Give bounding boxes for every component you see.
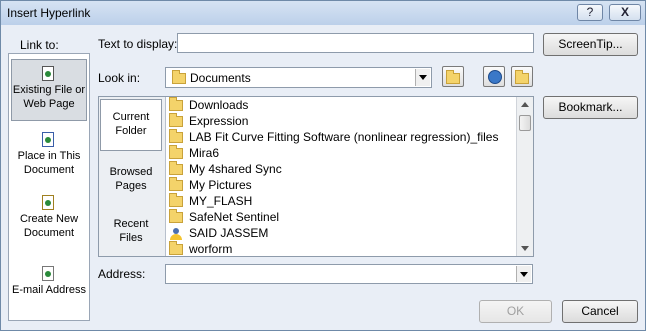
tab-label: Browsed (109, 166, 153, 178)
folder-icon (169, 177, 183, 192)
window-title: Insert Hyperlink (7, 6, 91, 20)
up-folder-button[interactable] (442, 66, 464, 87)
folder-icon (169, 209, 183, 224)
file-browser: Current Folder Browsed Pages Recent File… (98, 96, 534, 257)
list-item[interactable]: LAB Fit Curve Fitting Software (nonlinea… (167, 129, 515, 145)
scroll-thumb[interactable] (519, 115, 531, 131)
text-to-display-label: Text to display: (98, 37, 178, 51)
list-item[interactable]: worform (167, 241, 515, 256)
link-to-existing-file[interactable]: Existing File or Web Page (11, 59, 87, 121)
list-item[interactable]: SAID JASSEM (167, 225, 515, 241)
file-list: Downloads Expression LAB Fit Curve Fitti… (167, 97, 515, 256)
scroll-up-icon[interactable] (521, 102, 529, 107)
chevron-down-icon[interactable] (516, 266, 531, 282)
list-item[interactable]: Downloads (167, 97, 515, 113)
title-bar: Insert Hyperlink ? X (1, 1, 645, 25)
tab-label: Folder (115, 125, 147, 137)
bookmark-button[interactable]: Bookmark... (543, 96, 638, 119)
folder-icon (169, 145, 183, 160)
document-place-icon (42, 132, 56, 148)
ok-button[interactable]: OK (479, 300, 552, 323)
insert-hyperlink-dialog: Insert Hyperlink ? X Link to: Existing F… (0, 0, 646, 331)
list-item[interactable]: SafeNet Sentinel (167, 209, 515, 225)
folder-icon (172, 70, 186, 84)
link-to-place-in-document[interactable]: Place in This Document (11, 132, 87, 182)
tab-label: Files (119, 232, 143, 244)
link-to-panel: Existing File or Web Page Place in This … (8, 53, 90, 321)
tab-label: Pages (115, 180, 147, 192)
email-icon (42, 266, 56, 282)
scroll-down-icon[interactable] (521, 246, 529, 251)
folder-icon (169, 113, 183, 128)
look-in-value: Documents (190, 71, 251, 85)
link-to-item-label: E-mail Address (12, 284, 86, 296)
tab-recent-files[interactable]: Recent Files (100, 207, 162, 255)
up-one-level-icon (446, 70, 460, 84)
link-to-item-label: Web Page (23, 98, 75, 110)
address-input[interactable] (165, 264, 533, 284)
list-item-label: LAB Fit Curve Fitting Software (nonlinea… (189, 130, 499, 144)
list-item-label: MY_FLASH (189, 194, 253, 208)
browse-web-button[interactable] (483, 66, 505, 87)
folder-icon (169, 241, 183, 256)
folder-icon (169, 129, 183, 144)
text-to-display-input[interactable] (177, 33, 534, 53)
list-item[interactable]: MY_FLASH (167, 193, 515, 209)
look-in-dropdown[interactable]: Documents (165, 67, 432, 88)
chevron-down-icon[interactable] (415, 69, 430, 86)
help-button[interactable]: ? (577, 4, 603, 21)
list-item-label: SAID JASSEM (189, 226, 269, 240)
open-folder-icon (515, 70, 529, 84)
list-item-label: My Pictures (189, 178, 252, 192)
list-item-label: worform (189, 242, 233, 256)
user-folder-icon (169, 227, 183, 240)
list-item[interactable]: My 4shared Sync (167, 161, 515, 177)
list-item-label: Downloads (189, 98, 249, 112)
look-in-label: Look in: (98, 71, 141, 85)
new-document-icon (42, 195, 56, 211)
cancel-button[interactable]: Cancel (562, 300, 638, 323)
link-to-item-label: Document (23, 164, 75, 176)
tab-label: Current (112, 111, 150, 123)
screentip-button[interactable]: ScreenTip... (543, 33, 638, 56)
link-to-item-label: Document (23, 227, 75, 239)
browse-file-button[interactable] (511, 66, 533, 87)
close-button[interactable]: X (609, 4, 641, 21)
link-to-email-address[interactable]: E-mail Address (11, 266, 87, 306)
tab-browsed-pages[interactable]: Browsed Pages (100, 155, 162, 203)
link-to-item-label: Existing File or (12, 84, 86, 96)
list-item[interactable]: My Pictures (167, 177, 515, 193)
web-page-icon (42, 66, 56, 82)
tab-label: Recent (113, 218, 149, 230)
browse-tabs: Current Folder Browsed Pages Recent File… (99, 97, 166, 256)
address-label: Address: (98, 267, 146, 281)
link-to-create-new-document[interactable]: Create New Document (11, 195, 87, 245)
list-item-label: Expression (189, 114, 249, 128)
list-item-label: My 4shared Sync (189, 162, 282, 176)
link-to-item-label: Create New (19, 213, 79, 225)
link-to-item-label: Place in This (17, 150, 81, 162)
globe-search-icon (488, 70, 502, 84)
link-to-label: Link to: (20, 38, 59, 52)
list-item-label: SafeNet Sentinel (189, 210, 280, 224)
list-item-label: Mira6 (189, 146, 220, 160)
folder-icon (169, 97, 183, 112)
list-item[interactable]: Mira6 (167, 145, 515, 161)
folder-icon (169, 193, 183, 208)
vertical-scrollbar[interactable] (516, 97, 533, 256)
folder-icon (169, 161, 183, 176)
list-item[interactable]: Expression (167, 113, 515, 129)
tab-current-folder[interactable]: Current Folder (100, 99, 162, 151)
